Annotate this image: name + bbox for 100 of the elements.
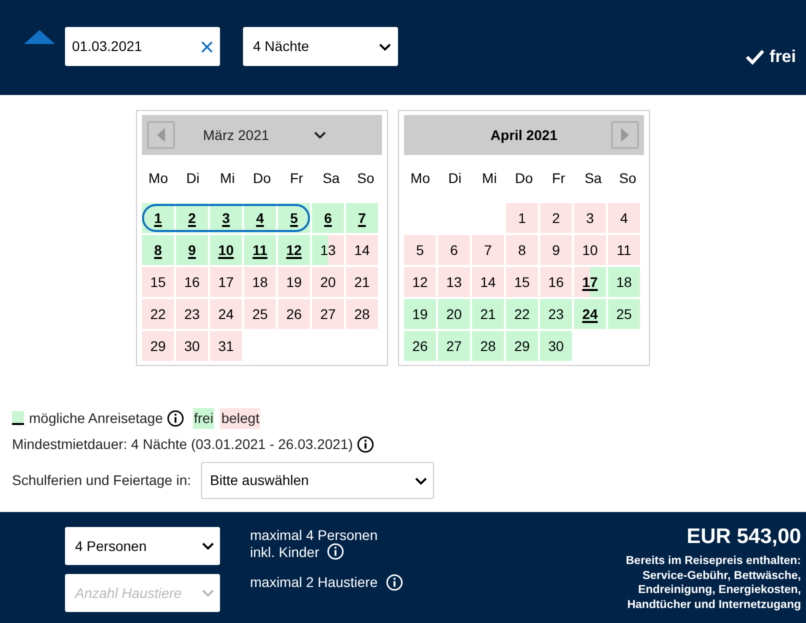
day-cell: 20 xyxy=(312,267,344,297)
day-cell[interactable]: 7 xyxy=(346,203,378,233)
day-cell: 27 xyxy=(438,331,470,361)
day-cell: 4 xyxy=(608,203,640,233)
day-cell[interactable]: 12 xyxy=(278,235,310,265)
weekday-label: So xyxy=(618,168,638,188)
collapse-toggle-icon[interactable] xyxy=(24,30,55,44)
day-cell: 29 xyxy=(506,331,538,361)
legend-booked: belegt xyxy=(220,408,260,428)
max-pets-text: maximal 2 Haustiere xyxy=(250,573,378,592)
day-cell: 21 xyxy=(346,267,378,297)
day-cell: 15 xyxy=(506,267,538,297)
day-cell: 26 xyxy=(278,299,310,329)
persons-select[interactable]: 4 Personen xyxy=(65,527,220,565)
weekday-label: Di xyxy=(185,168,200,188)
day-cell: 10 xyxy=(574,235,606,265)
month-title: April 2021 xyxy=(490,126,558,145)
day-cell: 24 xyxy=(210,299,242,329)
day-cell: 28 xyxy=(346,299,378,329)
day-cell[interactable]: 8 xyxy=(142,235,174,265)
weekday-label: Do xyxy=(514,168,534,188)
clear-icon[interactable] xyxy=(201,40,213,52)
day-cell: 31 xyxy=(210,331,242,361)
day-cell: 12 xyxy=(404,267,436,297)
day-cell: 22 xyxy=(506,299,538,329)
info-icon[interactable] xyxy=(166,410,184,426)
day-cell: 16 xyxy=(540,267,572,297)
chevron-icon xyxy=(415,476,427,484)
weekday-label: Sa xyxy=(322,168,341,188)
day-cell: 15 xyxy=(142,267,174,297)
day-cell[interactable]: 6 xyxy=(312,203,344,233)
arrival-legend-swatch xyxy=(12,411,24,425)
month-select[interactable]: März 2021 xyxy=(203,124,326,146)
legend-label: mögliche Anreisetage xyxy=(29,408,163,428)
day-cell: 8 xyxy=(506,235,538,265)
weekday-label: Mi xyxy=(219,168,236,188)
day-cell: 1 xyxy=(506,203,538,233)
day-cell: 26 xyxy=(404,331,436,361)
day-cell: 17 xyxy=(210,267,242,297)
day-cell: 14 xyxy=(472,267,504,297)
day-cell: 16 xyxy=(176,267,208,297)
day-cell: 29 xyxy=(142,331,174,361)
day-cell: 5 xyxy=(404,235,436,265)
day-cell: 18 xyxy=(244,267,276,297)
weekday-label: Mo xyxy=(410,168,431,188)
availability-label: frei xyxy=(770,46,796,68)
day-cell: 2 xyxy=(540,203,572,233)
max-persons-text: maximal 4 Personen xyxy=(250,527,378,543)
nights-select[interactable]: 4 Nächte xyxy=(243,27,398,66)
day-cell[interactable]: 9 xyxy=(176,235,208,265)
chevron-icon xyxy=(202,542,214,550)
holidays-select[interactable]: Bitte auswählen xyxy=(201,462,434,499)
day-cell[interactable]: 11 xyxy=(244,235,276,265)
legend-free: frei xyxy=(192,408,214,428)
day-cell: 14 xyxy=(346,235,378,265)
day-cell: 30 xyxy=(540,331,572,361)
check-icon xyxy=(744,48,765,65)
day-cell: 22 xyxy=(142,299,174,329)
day-cell: 7 xyxy=(472,235,504,265)
day-cell: 25 xyxy=(244,299,276,329)
day-cell: 23 xyxy=(540,299,572,329)
day-cell: 23 xyxy=(176,299,208,329)
day-cell: 19 xyxy=(278,267,310,297)
weekday-label: Fr xyxy=(288,168,304,188)
day-cell: 13 xyxy=(438,267,470,297)
included-services-text: Bereits im Reisepreis enthalten: Service-Gebühr, Bettwäsche, Endreinigung, Energiekosten, Handtücher und Internetzugang xyxy=(626,554,801,612)
day-cell: 3 xyxy=(574,203,606,233)
price: EUR 543,00 xyxy=(686,524,801,550)
chevron-icon xyxy=(379,42,391,50)
chevron-icon xyxy=(202,589,214,597)
day-cell: 13 xyxy=(312,235,344,265)
weekday-label: Fr xyxy=(550,168,566,188)
info-icon[interactable] xyxy=(356,436,374,452)
weekday-label: Sa xyxy=(584,168,603,188)
left-triangle-icon xyxy=(157,128,165,142)
holidays-label: Schulferien und Feiertage in: xyxy=(12,471,191,490)
day-cell[interactable]: 10 xyxy=(210,235,242,265)
max-persons-text: inkl. Kinder xyxy=(250,544,320,560)
weekday-label: Mi xyxy=(481,168,498,188)
weekday-label: Di xyxy=(447,168,462,188)
day-cell: 28 xyxy=(472,331,504,361)
day-cell: 20 xyxy=(438,299,470,329)
date-field[interactable]: 01.03.2021 xyxy=(65,27,220,66)
weekday-label: So xyxy=(356,168,376,188)
day-cell: 30 xyxy=(176,331,208,361)
day-cell[interactable]: 24 xyxy=(574,299,606,329)
chevron-icon xyxy=(314,131,326,139)
day-cell: 9 xyxy=(540,235,572,265)
day-cell: 27 xyxy=(312,299,344,329)
day-cell: 11 xyxy=(608,235,640,265)
day-cell: 21 xyxy=(472,299,504,329)
minimum-stay-text: Mindestmietdauer: 4 Nächte (03.01.2021 - 26.03.2021) xyxy=(12,434,353,454)
weekday-label: Do xyxy=(252,168,272,188)
day-cell: 18 xyxy=(608,267,640,297)
day-cell: 19 xyxy=(404,299,436,329)
right-triangle-icon xyxy=(621,128,629,142)
day-cell[interactable]: 17 xyxy=(574,267,606,297)
weekday-label: Mo xyxy=(148,168,169,188)
day-cell: 6 xyxy=(438,235,470,265)
day-cell: 25 xyxy=(608,299,640,329)
